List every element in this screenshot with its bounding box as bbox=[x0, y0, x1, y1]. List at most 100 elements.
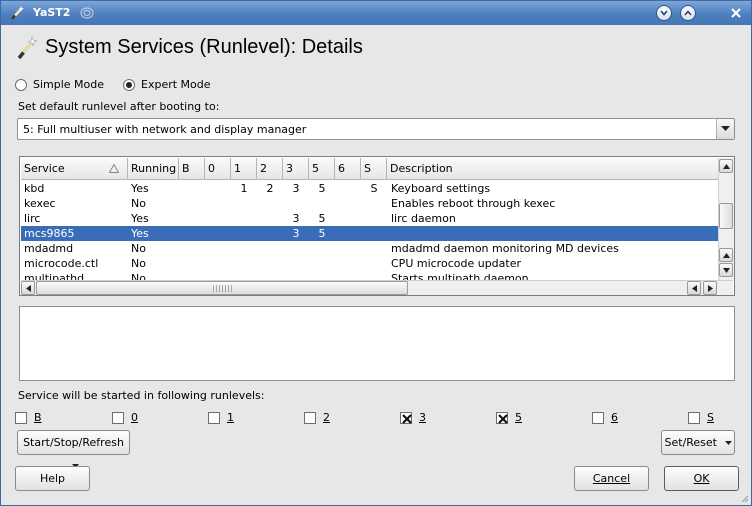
runlevel-checkbox-label: 3 bbox=[419, 411, 426, 424]
column-header-2[interactable]: 2 bbox=[257, 158, 283, 180]
default-runlevel-select[interactable]: 5: Full multiuser with network and displ… bbox=[17, 118, 735, 140]
minimize-button[interactable] bbox=[656, 5, 672, 21]
runlevel-checkbox-b[interactable]: B bbox=[15, 411, 42, 424]
runlevel-checkbox-label: 1 bbox=[227, 411, 234, 424]
horizontal-scrollbar[interactable] bbox=[21, 280, 733, 295]
cell-description: mdadmd daemon monitoring MD devices bbox=[391, 242, 619, 255]
chevron-down-icon bbox=[660, 10, 668, 16]
runlevel-checkbox-1[interactable]: 1 bbox=[208, 411, 234, 424]
vertical-scrollbar[interactable] bbox=[718, 158, 734, 280]
page-title: System Services (Runlevel): Details bbox=[45, 36, 363, 58]
scroll-down-button[interactable] bbox=[719, 263, 733, 277]
cell-description: CPU microcode updater bbox=[391, 257, 521, 270]
runlevel-checkbox-0[interactable]: 0 bbox=[112, 411, 138, 424]
table-row[interactable]: mdadmd No mdadmd daemon monitoring MD devi… bbox=[21, 241, 718, 256]
column-header-service[interactable]: Service bbox=[21, 158, 128, 180]
dropdown-arrow[interactable] bbox=[716, 119, 734, 139]
runlevel-checkbox-s[interactable]: S bbox=[688, 411, 714, 424]
table-row[interactable]: microcode.ctl No CPU microcode updater bbox=[21, 256, 718, 271]
scroll-right-button[interactable] bbox=[703, 281, 717, 295]
column-label: S bbox=[364, 162, 371, 175]
table-row[interactable]: lirc Yes 3 5 lirc daemon bbox=[21, 211, 718, 226]
keep-above-icon[interactable] bbox=[79, 5, 95, 21]
scroll-up-button[interactable] bbox=[719, 159, 733, 173]
start-stop-refresh-button[interactable]: Start/Stop/Refresh bbox=[17, 430, 130, 468]
cell-3: 3 bbox=[292, 212, 300, 225]
scrollbar-thumb[interactable] bbox=[36, 281, 408, 295]
column-header-1[interactable]: 1 bbox=[231, 158, 257, 180]
cell-service: lirc bbox=[24, 212, 41, 225]
scroll-left-button[interactable] bbox=[687, 281, 701, 295]
service-description-area[interactable] bbox=[19, 306, 735, 381]
column-header-0[interactable]: 0 bbox=[205, 158, 231, 180]
table-row[interactable]: kexec No Enables reboot through kexec bbox=[21, 196, 718, 211]
arrow-down-icon bbox=[723, 268, 730, 273]
runlevel-checkbox-5[interactable]: 5 bbox=[496, 411, 522, 424]
radio-indicator[interactable] bbox=[15, 78, 27, 91]
column-label: 2 bbox=[260, 162, 267, 175]
radio-indicator[interactable] bbox=[123, 78, 135, 91]
arrow-left-icon bbox=[692, 285, 697, 292]
help-button[interactable]: Help bbox=[15, 466, 90, 491]
checkbox-indicator[interactable] bbox=[208, 411, 220, 424]
runlevel-checkbox-6[interactable]: 6 bbox=[592, 411, 618, 424]
yast-wand-icon[interactable] bbox=[9, 5, 25, 21]
services-table[interactable]: Service Running B 0 1 2 3 5 6 S Descript… bbox=[19, 156, 735, 296]
cell-running: Yes bbox=[131, 212, 149, 225]
table-row[interactable]: mcs9865 Yes 3 5 bbox=[21, 226, 718, 241]
yast-window: YaST2 System Services (Runlevel): Detail… bbox=[0, 0, 752, 506]
cancel-button[interactable]: Cancel bbox=[574, 466, 649, 491]
column-header-3[interactable]: 3 bbox=[283, 158, 309, 180]
table-body: kbd Yes 1 2 3 5 S Keyboard settings kexec No Enabl… bbox=[21, 181, 718, 280]
runlevel-checkbox-3[interactable]: 3 bbox=[400, 411, 426, 424]
column-header-6[interactable]: 6 bbox=[335, 158, 361, 180]
table-row[interactable]: multipathd No Starts multipath daemon bbox=[21, 271, 718, 280]
arrow-up-icon bbox=[723, 253, 730, 258]
checkbox-indicator[interactable] bbox=[496, 411, 508, 424]
checkbox-indicator[interactable] bbox=[112, 411, 124, 424]
simple-mode-label: Simple Mode bbox=[33, 78, 105, 91]
column-label: 0 bbox=[208, 162, 215, 175]
cancel-label: Cancel bbox=[592, 472, 631, 485]
scrollbar-thumb[interactable] bbox=[719, 203, 733, 229]
set-reset-button[interactable]: Set/Reset bbox=[661, 430, 735, 455]
table-row[interactable]: kbd Yes 1 2 3 5 S Keyboard settings bbox=[21, 181, 718, 196]
title-bar[interactable]: YaST2 bbox=[1, 1, 751, 25]
column-header-b[interactable]: B bbox=[179, 158, 205, 180]
checkbox-indicator[interactable] bbox=[400, 411, 412, 424]
cell-running: No bbox=[131, 242, 146, 255]
column-label: 6 bbox=[338, 162, 345, 175]
column-label: 1 bbox=[234, 162, 241, 175]
column-label: 5 bbox=[312, 162, 319, 175]
simple-mode-radio[interactable]: Simple Mode bbox=[15, 78, 104, 91]
cell-1: 1 bbox=[240, 182, 248, 195]
expert-mode-label: Expert Mode bbox=[141, 78, 211, 91]
runlevel-checkbox-label: S bbox=[707, 411, 714, 424]
cell-service: mcs9865 bbox=[24, 227, 75, 240]
column-header-s[interactable]: S bbox=[361, 158, 387, 180]
scroll-left-button[interactable] bbox=[21, 281, 35, 295]
checkbox-indicator[interactable] bbox=[304, 411, 316, 424]
ok-button[interactable]: OK bbox=[664, 466, 739, 491]
chevron-down-icon bbox=[721, 126, 730, 131]
close-button[interactable] bbox=[728, 5, 744, 21]
column-header-description[interactable]: Description bbox=[387, 158, 718, 180]
checkbox-indicator[interactable] bbox=[592, 411, 604, 424]
cell-service: kbd bbox=[24, 182, 45, 195]
chevron-down-icon bbox=[724, 441, 732, 445]
default-runlevel-value: 5: Full multiuser with network and displ… bbox=[23, 123, 307, 136]
column-header-running[interactable]: Running bbox=[128, 158, 179, 180]
runlevel-checkbox-2[interactable]: 2 bbox=[304, 411, 330, 424]
checkbox-indicator[interactable] bbox=[15, 411, 27, 424]
column-header-5[interactable]: 5 bbox=[309, 158, 335, 180]
expert-mode-radio[interactable]: Expert Mode bbox=[123, 78, 211, 91]
scroll-up-button[interactable] bbox=[719, 248, 733, 262]
maximize-button[interactable] bbox=[680, 5, 696, 21]
grip-icon bbox=[213, 285, 233, 292]
resize-grip-icon[interactable] bbox=[739, 493, 749, 503]
cell-5: 5 bbox=[318, 182, 326, 195]
checkmark-x-icon bbox=[402, 413, 412, 424]
cell-5: 5 bbox=[318, 227, 326, 240]
cell-2: 2 bbox=[266, 182, 274, 195]
checkbox-indicator[interactable] bbox=[688, 411, 700, 424]
